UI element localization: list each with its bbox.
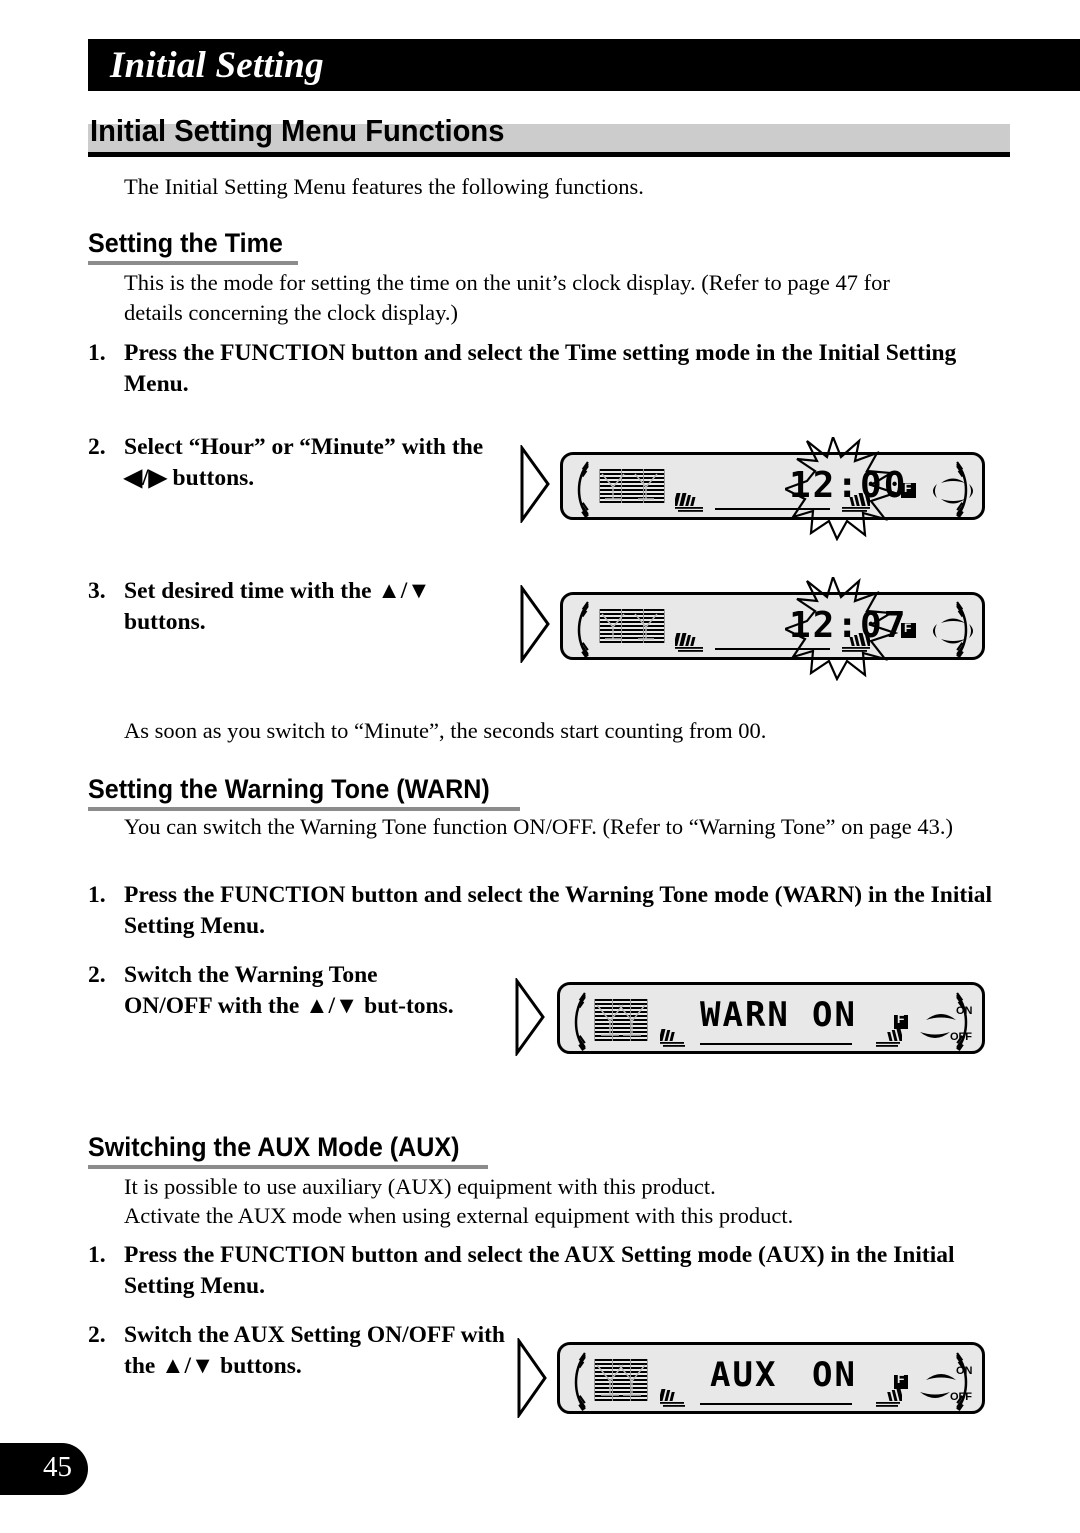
subsection-heading-label: Switching the AUX Mode (AUX): [88, 1132, 460, 1162]
lcd-left-arc-icon: [577, 461, 589, 518]
step-text: Switch the Warning Tone ON/OFF with the …: [124, 962, 454, 1019]
lcd-mode-value: ON: [812, 1355, 857, 1395]
lcd-left-arc-icon: [577, 601, 589, 658]
step-warn-1: 1. Press the FUNCTION button and select …: [88, 880, 998, 942]
lcd-display-clock-1207: 12:07 F: [560, 577, 985, 681]
lcd-off-arc-icon: [920, 1392, 950, 1398]
step-aux-1: 1. Press the FUNCTION button and select …: [88, 1240, 998, 1302]
lcd-blink-starburst-icon: [785, 437, 899, 541]
step-text: Select “Hour” or “Minute” with the ◀/▶ b…: [124, 434, 484, 491]
lcd-display-warn-on: WARN ON F ON OFF: [557, 982, 985, 1054]
page-number-tab: 45: [0, 1443, 88, 1495]
subsection-heading-aux-mode: Switching the AUX Mode (AUX): [88, 1132, 488, 1169]
lcd-f-indicator: F: [901, 621, 916, 638]
step-text: Press the FUNCTION button and select the…: [124, 340, 957, 397]
subsection-heading-rule: [88, 807, 520, 811]
step-text: Switch the AUX Setting ON/OFF with the ▲…: [124, 1322, 506, 1379]
step-text: Press the FUNCTION button and select the…: [124, 882, 993, 939]
note-minute-seconds: As soon as you switch to “Minute”, the s…: [124, 718, 767, 743]
flow-arrow-icon-1: [519, 443, 551, 528]
subsection-heading-rule: [88, 1165, 488, 1169]
lcd-level-matrix-icon: [599, 469, 665, 503]
lcd-level-matrix-icon: [594, 999, 648, 1041]
subsection-heading-setting-the-time: Setting the Time: [88, 228, 298, 265]
lcd-off-label: OFF: [950, 1391, 972, 1403]
lcd-four-way-pad-icon: [933, 478, 973, 504]
step-number: 1.: [88, 1242, 106, 1268]
flow-arrow-icon-2: [519, 583, 551, 668]
lcd-mode-label: AUX: [710, 1355, 778, 1395]
lcd-level-matrix-icon: [594, 1359, 648, 1401]
section-heading-label: Initial Setting Menu Functions: [90, 113, 505, 148]
lcd-eq-left-icon: [660, 1389, 685, 1407]
lcd-four-way-pad-icon: [933, 618, 973, 644]
step-number: 2.: [88, 434, 106, 460]
lcd-level-matrix-icon: [599, 609, 665, 643]
lcd-on-arc-icon: [926, 1374, 956, 1380]
subsection-body-warning-tone: You can switch the Warning Tone function…: [124, 814, 953, 839]
section-heading: Initial Setting Menu Functions: [88, 114, 1010, 157]
lcd-blink-starburst-icon: [785, 577, 899, 681]
flow-arrow-icon-3: [514, 976, 546, 1061]
lcd-left-arc-icon: [574, 992, 586, 1051]
lcd-mode-value: ON: [812, 995, 857, 1035]
step-time-2: 2. Select “Hour” or “Minute” with the ◀/…: [88, 432, 488, 494]
step-text: Set desired time with the ▲/▼ buttons.: [124, 578, 431, 635]
lcd-off-label: OFF: [950, 1031, 972, 1043]
page-number: 45: [43, 1451, 72, 1483]
lcd-display-clock-1200: 12:00 F: [560, 437, 985, 541]
section-intro-text: The Initial Setting Menu features the fo…: [124, 174, 644, 199]
lcd-eq-left-icon: [675, 493, 703, 512]
flow-arrow-icon-4: [516, 1336, 548, 1423]
step-aux-2: 2. Switch the AUX Setting ON/OFF with th…: [88, 1320, 518, 1382]
lcd-eq-right-icon: [876, 1029, 902, 1047]
lcd-on-arc-icon: [926, 1014, 956, 1020]
lcd-on-label: ON: [956, 1005, 973, 1017]
lcd-on-label: ON: [956, 1365, 973, 1377]
subsection-body-aux-line-1: It is possible to use auxiliary (AUX) eq…: [124, 1174, 716, 1199]
subsection-body-aux-line-2: Activate the AUX mode when using externa…: [124, 1203, 794, 1228]
subsection-heading-label: Setting the Warning Tone (WARN): [88, 774, 490, 804]
lcd-off-arc-icon: [920, 1032, 950, 1038]
lcd-f-indicator: F: [894, 1012, 908, 1029]
lcd-eq-left-icon: [675, 633, 703, 652]
step-number: 3.: [88, 578, 106, 604]
subsection-body-setting-the-time: This is the mode for setting the time on…: [124, 270, 890, 325]
section-heading-rule: [88, 152, 1010, 157]
lcd-eq-right-icon: [876, 1389, 902, 1407]
step-time-1: 1. Press the FUNCTION button and select …: [88, 338, 988, 400]
step-number: 1.: [88, 882, 106, 908]
subsection-heading-label: Setting the Time: [88, 228, 283, 258]
lcd-f-indicator: F: [894, 1372, 908, 1389]
step-number: 1.: [88, 340, 106, 366]
lcd-left-arc-icon: [574, 1352, 586, 1411]
lcd-display-aux-on: AUX ON F ON OFF: [557, 1342, 985, 1414]
chapter-title: Initial Setting: [110, 45, 324, 86]
lcd-baseline: [700, 1043, 852, 1045]
step-time-3: 3. Set desired time with the ▲/▼ buttons…: [88, 576, 508, 638]
lcd-f-indicator: F: [901, 481, 916, 498]
step-text: Press the FUNCTION button and select the…: [124, 1242, 955, 1299]
subsection-heading-warning-tone: Setting the Warning Tone (WARN): [88, 774, 520, 811]
subsection-heading-rule: [88, 261, 298, 265]
section-heading-band: Initial Setting Menu Functions: [88, 114, 1010, 152]
lcd-baseline: [700, 1403, 852, 1405]
lcd-mode-label: WARN: [700, 995, 790, 1035]
step-number: 2.: [88, 962, 106, 988]
step-number: 2.: [88, 1322, 106, 1348]
lcd-eq-left-icon: [660, 1029, 685, 1047]
step-warn-2: 2. Switch the Warning Tone ON/OFF with t…: [88, 960, 468, 1022]
